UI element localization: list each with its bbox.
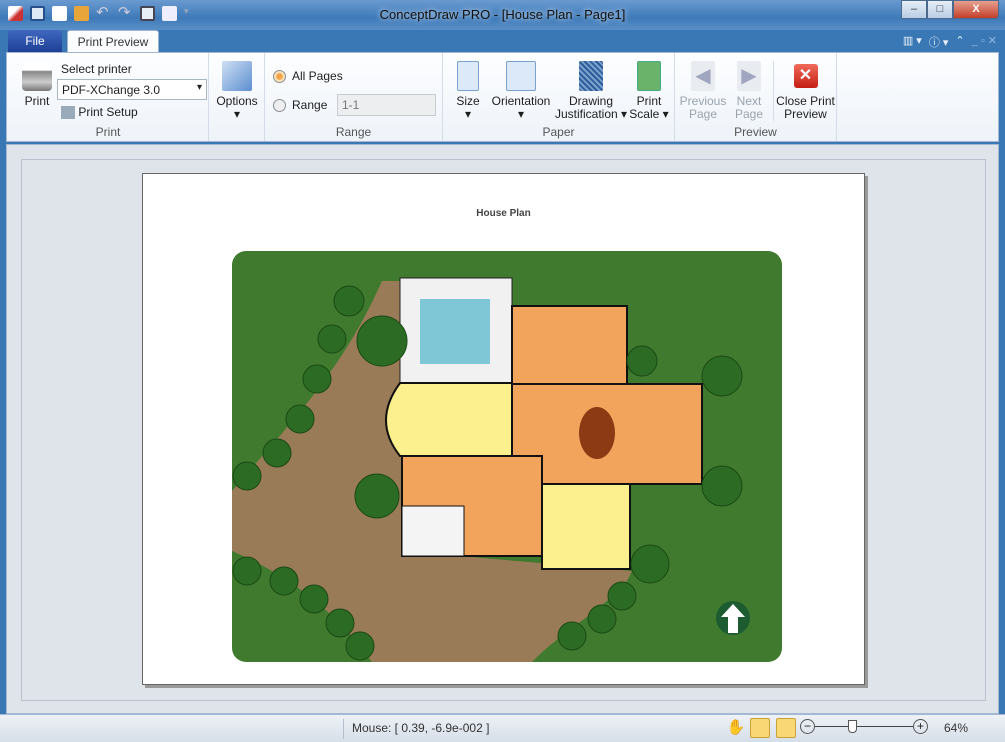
- layout-icon[interactable]: ▥ ▾: [903, 34, 922, 50]
- page-size-icon: [457, 61, 479, 91]
- print-group: Print Select printer PDF-XChange 3.0 Pri…: [7, 53, 209, 141]
- options-button[interactable]: Options ▾: [213, 61, 261, 121]
- paper-group: Size ▾ Orientation ▾ Drawing Justification …: [443, 53, 675, 141]
- tab-print-preview[interactable]: Print Preview: [67, 30, 159, 53]
- print-setup-icon: [61, 106, 75, 120]
- collapse-ribbon-icon[interactable]: ⌃: [955, 34, 964, 50]
- preview-group-label: Preview: [734, 125, 777, 139]
- preview-group: ◀ Previous Page ▶ Next Page ✕ Close Print P…: [675, 53, 837, 141]
- options-label: Options: [216, 94, 258, 108]
- print-group-label: Print: [95, 125, 121, 139]
- house-plan-drawing: [232, 251, 782, 662]
- pool: [420, 299, 490, 364]
- range-group: All Pages Range 1-1 Range: [265, 53, 443, 141]
- pan-hand-icon[interactable]: ✋: [726, 718, 746, 738]
- kitchen: [511, 305, 628, 385]
- next-page-button[interactable]: ▶ Next Page: [729, 61, 769, 121]
- bedroom-2: [541, 483, 631, 570]
- range-input[interactable]: 1-1: [337, 94, 436, 116]
- justification-icon: [579, 61, 603, 91]
- north-arrow-icon: [716, 601, 750, 635]
- zoom-region-icon[interactable]: [750, 718, 770, 738]
- print-setup-label: Print Setup: [78, 105, 138, 119]
- all-pages-radio[interactable]: All Pages: [273, 69, 343, 84]
- title-bar: ↶ ↷ ▾ ConceptDraw PRO - [House Plan - Pa…: [0, 0, 1005, 30]
- doc-minimize-icon[interactable]: _ ▫ ✕: [972, 34, 997, 50]
- bathroom: [401, 505, 465, 557]
- range-label: Range: [292, 98, 328, 112]
- arrow-left-icon: ◀: [691, 61, 715, 91]
- close-label-2: Preview: [784, 107, 827, 121]
- close-button[interactable]: X: [953, 0, 999, 19]
- previous-label-1: Previous: [679, 94, 727, 108]
- previous-page-button[interactable]: ◀ Previous Page: [679, 61, 727, 121]
- drawing-justification-button[interactable]: Drawing Justification ▾: [553, 61, 629, 121]
- zoom-out-button[interactable]: −: [800, 719, 815, 734]
- minimize-button[interactable]: –: [901, 0, 927, 19]
- justification-label-2: Justification: [554, 107, 618, 121]
- size-button[interactable]: Size ▾: [447, 61, 489, 121]
- options-group: Options ▾: [209, 53, 265, 141]
- bedroom: [385, 382, 513, 457]
- print-scale-label-2: Scale: [629, 107, 660, 121]
- fit-page-icon[interactable]: [776, 718, 796, 738]
- orientation-label: Orientation: [491, 94, 551, 108]
- zoom-slider-thumb[interactable]: [848, 720, 858, 733]
- zoom-slider-track[interactable]: [815, 726, 913, 727]
- print-button[interactable]: Print: [17, 61, 57, 108]
- paper-group-label: Paper: [542, 125, 575, 139]
- ribbon: Print Select printer PDF-XChange 3.0 Pri…: [6, 52, 999, 142]
- window-title: ConceptDraw PRO - [House Plan - Page1]: [379, 7, 626, 22]
- range-radio[interactable]: Range: [273, 98, 328, 113]
- range-group-label: Range: [335, 125, 372, 139]
- arrow-right-icon: ▶: [737, 61, 761, 91]
- help-icon[interactable]: ⓘ ▾: [929, 34, 949, 50]
- page-title: House Plan: [476, 208, 531, 219]
- select-printer-label: Select printer: [61, 62, 132, 76]
- maximize-button[interactable]: □: [927, 0, 953, 19]
- print-scale-label-1: Print: [636, 94, 662, 108]
- all-pages-label: All Pages: [292, 69, 343, 83]
- print-scale-button[interactable]: Print Scale ▾: [629, 61, 669, 121]
- radio-selected-icon: [273, 70, 286, 84]
- options-icon: [222, 61, 252, 91]
- print-scale-icon: [637, 61, 661, 91]
- zoom-percent: 64%: [944, 721, 969, 735]
- print-page: House Plan: [142, 173, 865, 685]
- zoom-in-button[interactable]: +: [913, 719, 928, 734]
- status-bar: Mouse: [ 0.39, -6.9e-002 ] ✋ − + 64%: [0, 714, 1005, 742]
- next-label-2: Page: [734, 107, 764, 121]
- close-red-x-icon: ✕: [793, 64, 818, 88]
- print-setup-button[interactable]: Print Setup: [61, 105, 138, 120]
- mouse-coordinates: Mouse: [ 0.39, -6.9e-002 ]: [343, 719, 497, 739]
- size-label: Size: [456, 94, 480, 108]
- printer-select[interactable]: PDF-XChange 3.0: [57, 79, 207, 100]
- close-label-1: Close Print: [776, 94, 835, 108]
- previous-label-2: Page: [688, 107, 718, 121]
- close-print-preview-button[interactable]: ✕ Close Print Preview: [773, 61, 837, 121]
- tab-file[interactable]: File: [8, 30, 62, 53]
- printer-icon: [22, 61, 52, 91]
- justification-label-1: Drawing: [568, 94, 613, 108]
- radio-icon: [273, 99, 286, 113]
- orientation-icon: [506, 61, 536, 91]
- print-label: Print: [24, 94, 50, 108]
- orientation-button[interactable]: Orientation ▾: [489, 61, 553, 121]
- dining-table: [579, 407, 615, 459]
- next-label-1: Next: [736, 94, 762, 108]
